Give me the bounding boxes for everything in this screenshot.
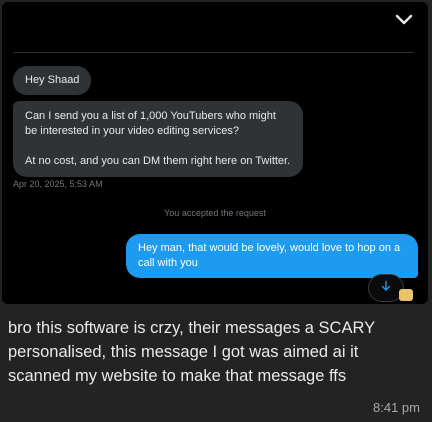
incoming-message-bubble: Can I send you a list of 1,000 YouTubers…: [13, 101, 303, 177]
incoming-message-text: Can I send you a list of 1,000 YouTubers…: [25, 110, 276, 137]
outgoing-message-bubble: Hey man, that would be lovely, would lov…: [126, 234, 418, 278]
attached-screenshot[interactable]: Hey Shaad Can I send you a list of 1,000…: [2, 2, 428, 304]
emoji-reaction-icon: [399, 289, 413, 301]
chevron-down-icon[interactable]: [394, 12, 414, 28]
divider: [14, 52, 414, 53]
incoming-message-text: At no cost, and you can DM them right he…: [25, 155, 291, 167]
incoming-greeting-text: Hey Shaad: [25, 74, 80, 86]
arrow-down-icon: [380, 279, 392, 297]
chat-message-container: Hey Shaad Can I send you a list of 1,000…: [0, 0, 432, 422]
request-accepted-note: You accepted the request: [164, 208, 266, 218]
message-caption: bro this software is crzy, their message…: [8, 319, 375, 385]
message-time: 8:41 pm: [373, 400, 420, 415]
message-timestamp: Apr 20, 2025, 5:53 AM: [13, 179, 103, 189]
incoming-greeting-bubble: Hey Shaad: [13, 66, 92, 95]
outgoing-message-text: Hey man, that would be lovely, would lov…: [138, 242, 401, 269]
